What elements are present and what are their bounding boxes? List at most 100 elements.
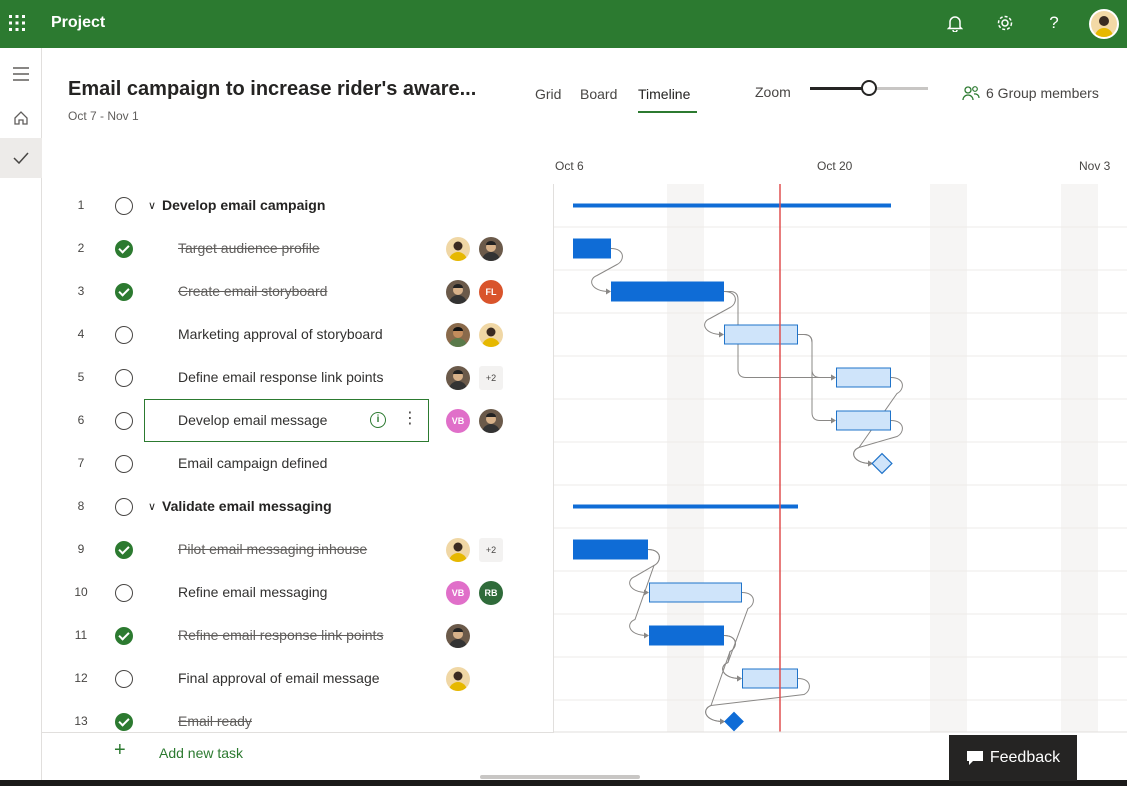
task-name[interactable]: Refine email response link points bbox=[178, 627, 383, 643]
complete-task-circle[interactable] bbox=[115, 498, 133, 516]
task-number: 13 bbox=[74, 714, 88, 728]
weekend-band bbox=[667, 184, 704, 732]
task-name[interactable]: Define email response link points bbox=[178, 369, 383, 385]
assignee-avatar[interactable] bbox=[479, 323, 503, 347]
task-row[interactable]: 4 Marketing approval of storyboard bbox=[42, 313, 553, 356]
feedback-button[interactable]: Feedback bbox=[949, 735, 1077, 781]
task-number: 4 bbox=[77, 327, 85, 341]
assignee-avatar[interactable] bbox=[446, 280, 470, 304]
zoom-slider-thumb[interactable] bbox=[861, 80, 877, 96]
task-grid: 1 ∨ Develop email campaign 2 Target audience… bbox=[42, 184, 554, 732]
completed-checkmark-icon[interactable] bbox=[115, 283, 133, 301]
summary-task-row[interactable]: 1 ∨ Develop email campaign bbox=[42, 184, 553, 227]
connector-arrowhead bbox=[719, 331, 724, 338]
timeline-chart bbox=[554, 184, 1127, 733]
user-avatar[interactable] bbox=[1089, 9, 1119, 39]
tab-timeline[interactable]: Timeline bbox=[638, 86, 690, 102]
app-launcher-icon[interactable] bbox=[8, 14, 26, 32]
task-row[interactable]: 6 Develop email message i ⋮ VB bbox=[42, 399, 553, 442]
task-number: 5 bbox=[77, 370, 85, 384]
collapse-chevron-icon[interactable]: ∨ bbox=[148, 500, 156, 513]
assignee-avatar[interactable] bbox=[446, 624, 470, 648]
task-number: 7 bbox=[77, 456, 85, 470]
task-row[interactable]: 13 Email ready bbox=[42, 700, 553, 732]
task-row[interactable]: 9 Pilot email messaging inhouse +2 bbox=[42, 528, 553, 571]
assignee-avatar[interactable] bbox=[446, 366, 470, 390]
summary-bar bbox=[573, 203, 891, 208]
assignee-avatar[interactable] bbox=[479, 409, 503, 433]
add-new-task-button[interactable]: + Add new task bbox=[42, 732, 554, 772]
task-name[interactable]: Target audience profile bbox=[178, 240, 320, 256]
task-number: 3 bbox=[77, 284, 85, 298]
assignee-avatar[interactable]: VB bbox=[446, 581, 470, 605]
task-row[interactable]: 3 Create email storyboard FL bbox=[42, 270, 553, 313]
assignee-avatar[interactable] bbox=[446, 538, 470, 562]
task-name[interactable]: Create email storyboard bbox=[178, 283, 327, 299]
assignee-avatar[interactable] bbox=[446, 237, 470, 261]
assignee-avatar[interactable] bbox=[446, 323, 470, 347]
task-name[interactable]: Email ready bbox=[178, 713, 252, 729]
connector-arrowhead bbox=[606, 288, 611, 295]
task-name[interactable]: Validate email messaging bbox=[162, 498, 332, 514]
settings-gear-icon[interactable] bbox=[994, 12, 1016, 34]
completed-checkmark-icon[interactable] bbox=[115, 713, 133, 731]
assignee-avatar[interactable]: RB bbox=[479, 581, 503, 605]
task-row[interactable]: 11 Refine email response link points bbox=[42, 614, 553, 657]
task-name[interactable]: Refine email messaging bbox=[178, 584, 327, 600]
completed-checkmark-icon[interactable] bbox=[115, 627, 133, 645]
complete-task-circle[interactable] bbox=[115, 670, 133, 688]
project-dates: Oct 7 - Nov 1 bbox=[68, 109, 139, 123]
task-row[interactable]: 2 Target audience profile bbox=[42, 227, 553, 270]
task-info-icon[interactable]: i bbox=[370, 412, 386, 428]
completed-checkmark-icon[interactable] bbox=[115, 240, 133, 258]
notifications-bell-icon[interactable] bbox=[944, 12, 966, 34]
task-name[interactable]: Develop email campaign bbox=[162, 197, 325, 213]
home-icon[interactable] bbox=[0, 98, 42, 138]
complete-task-circle[interactable] bbox=[115, 197, 133, 215]
connector-arrowhead bbox=[737, 675, 742, 682]
more-assignees-badge[interactable]: +2 bbox=[479, 366, 503, 390]
task-row[interactable]: 10 Refine email messaging VB RB bbox=[42, 571, 553, 614]
task-name[interactable]: Pilot email messaging inhouse bbox=[178, 541, 367, 557]
menu-hamburger-icon[interactable] bbox=[0, 54, 42, 94]
more-assignees-badge[interactable]: +2 bbox=[479, 538, 503, 562]
help-icon[interactable]: ? bbox=[1043, 12, 1065, 34]
tab-board[interactable]: Board bbox=[580, 86, 617, 102]
my-tasks-checkmark-icon[interactable] bbox=[0, 138, 42, 178]
completed-task-bar bbox=[611, 281, 724, 302]
task-bar bbox=[649, 582, 742, 603]
task-bar bbox=[836, 367, 891, 388]
task-row[interactable]: 5 Define email response link points +2 bbox=[42, 356, 553, 399]
more-options-icon[interactable]: ⋮ bbox=[402, 410, 418, 428]
tab-grid[interactable]: Grid bbox=[535, 86, 561, 102]
timeline-date-label: Nov 3 bbox=[1079, 159, 1111, 173]
task-row[interactable]: 12 Final approval of email message bbox=[42, 657, 553, 700]
task-name[interactable]: Email campaign defined bbox=[178, 455, 327, 471]
collapse-chevron-icon[interactable]: ∨ bbox=[148, 199, 156, 212]
assignee-avatar[interactable] bbox=[479, 237, 503, 261]
weekend-band bbox=[1061, 184, 1098, 732]
assignee-avatar[interactable] bbox=[446, 667, 470, 691]
zoom-label: Zoom bbox=[755, 84, 791, 100]
task-name[interactable]: Final approval of email message bbox=[178, 670, 380, 686]
weekend-band bbox=[930, 184, 967, 732]
complete-task-circle[interactable] bbox=[115, 412, 133, 430]
assignee-avatar[interactable]: FL bbox=[479, 280, 503, 304]
assignee-avatar[interactable]: VB bbox=[446, 409, 470, 433]
completed-checkmark-icon[interactable] bbox=[115, 541, 133, 559]
app-title[interactable]: Project bbox=[51, 14, 105, 32]
task-name[interactable]: Develop email message bbox=[178, 412, 327, 428]
task-number: 6 bbox=[77, 413, 85, 427]
completed-milestone-diamond bbox=[724, 711, 744, 732]
group-members-button[interactable]: 6 Group members bbox=[962, 85, 1099, 101]
horizontal-scrollbar[interactable] bbox=[480, 775, 640, 779]
complete-task-circle[interactable] bbox=[115, 326, 133, 344]
complete-task-circle[interactable] bbox=[115, 369, 133, 387]
task-name[interactable]: Marketing approval of storyboard bbox=[178, 326, 383, 342]
complete-task-circle[interactable] bbox=[115, 455, 133, 473]
task-row[interactable]: 7 Email campaign defined bbox=[42, 442, 553, 485]
complete-task-circle[interactable] bbox=[115, 584, 133, 602]
summary-task-row[interactable]: 8 ∨ Validate email messaging bbox=[42, 485, 553, 528]
project-title[interactable]: Email campaign to increase rider's aware… bbox=[68, 78, 476, 101]
active-tab-indicator bbox=[638, 111, 697, 113]
